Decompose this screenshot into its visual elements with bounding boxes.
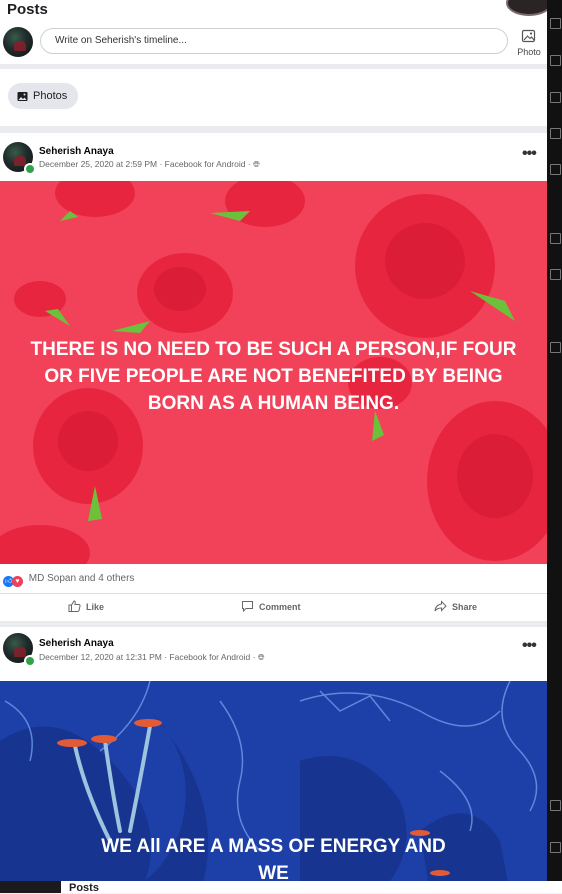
online-status-dot: [24, 163, 36, 175]
post-actions-bar: Like Comment Share: [0, 593, 547, 620]
author-name[interactable]: Seherish Anaya: [39, 638, 114, 649]
composer-avatar[interactable]: [3, 27, 33, 57]
like-label: Like: [86, 602, 105, 612]
like-button[interactable]: Like: [68, 600, 104, 612]
comment-icon: [242, 601, 253, 613]
reactions-text: MD Sopan and 4 others: [28, 573, 135, 584]
share-icon: [434, 600, 447, 612]
profile-page: Posts Write on Seherish's timeline... Ph…: [0, 0, 547, 893]
post-card: Seherish Anaya December 12, 2020 at 12:3…: [0, 627, 547, 893]
timeline-composer-input[interactable]: Write on Seherish's timeline...: [40, 28, 508, 54]
share-button[interactable]: Share: [434, 600, 477, 612]
side-square-icon[interactable]: [550, 269, 561, 280]
bottom-tab-title: Posts: [69, 882, 99, 894]
side-square-icon[interactable]: [550, 55, 561, 66]
side-square-icon[interactable]: [550, 18, 561, 29]
side-square-icon[interactable]: [550, 128, 561, 139]
post-options-icon[interactable]: •••: [522, 637, 537, 655]
photos-icon: [17, 92, 28, 101]
page-title: Posts: [7, 1, 48, 18]
post-meta[interactable]: December 25, 2020 at 2:59 PM · Facebook …: [39, 159, 260, 170]
photos-filter-chip[interactable]: Photos: [8, 83, 78, 109]
reactions-summary[interactable]: 👍︎ ♥ MD Sopan and 4 others: [3, 573, 134, 587]
post-card: Seherish Anaya December 25, 2020 at 2:59…: [0, 133, 547, 621]
photo-button-label: Photo: [517, 47, 541, 57]
side-square-icon[interactable]: [550, 92, 561, 103]
photo-button[interactable]: Photo: [512, 26, 546, 58]
posts-header-card: Posts Write on Seherish's timeline... Ph…: [0, 0, 547, 64]
share-label: Share: [452, 602, 478, 612]
photo-icon: [521, 29, 536, 43]
love-reaction-icon: ♥: [12, 576, 23, 587]
filter-chips-card: Photos: [0, 69, 547, 126]
side-square-icon[interactable]: [550, 842, 561, 853]
public-globe-icon: 🌐︎: [257, 652, 265, 662]
author-name[interactable]: Seherish Anaya: [39, 146, 114, 157]
post-image[interactable]: THERE IS NO NEED TO BE SUCH A PERSON,IF …: [0, 181, 547, 564]
comment-label: Comment: [259, 602, 301, 612]
post-timestamp: December 12, 2020 at 12:31 PM · Facebook…: [39, 652, 258, 662]
online-status-dot: [24, 655, 36, 667]
side-square-icon[interactable]: [550, 233, 561, 244]
post-meta[interactable]: December 12, 2020 at 12:31 PM · Facebook…: [39, 652, 265, 663]
composer-placeholder: Write on Seherish's timeline...: [55, 35, 187, 46]
post-image-text: WE All ARE A MASS OF ENERGY AND WE: [101, 836, 446, 884]
public-globe-icon: 🌐︎: [253, 159, 260, 169]
side-square-icon[interactable]: [550, 164, 561, 175]
top-right-avatar[interactable]: [506, 0, 547, 16]
post-timestamp: December 25, 2020 at 2:59 PM · Facebook …: [39, 159, 254, 169]
bottom-tab[interactable]: [61, 881, 562, 893]
comment-button[interactable]: Comment: [241, 600, 301, 613]
photos-filter-label: Photos: [33, 90, 68, 102]
bottom-tab-bar: Posts: [0, 881, 562, 894]
like-icon: [68, 600, 81, 612]
post-options-icon[interactable]: •••: [522, 145, 537, 163]
post-image[interactable]: WE All ARE A MASS OF ENERGY AND WE: [0, 681, 547, 893]
side-panel-edge: [547, 0, 562, 893]
side-square-icon[interactable]: [550, 342, 561, 353]
side-square-icon[interactable]: [550, 800, 561, 811]
post-image-text: THERE IS NO NEED TO BE SUCH A PERSON,IF …: [30, 339, 517, 414]
